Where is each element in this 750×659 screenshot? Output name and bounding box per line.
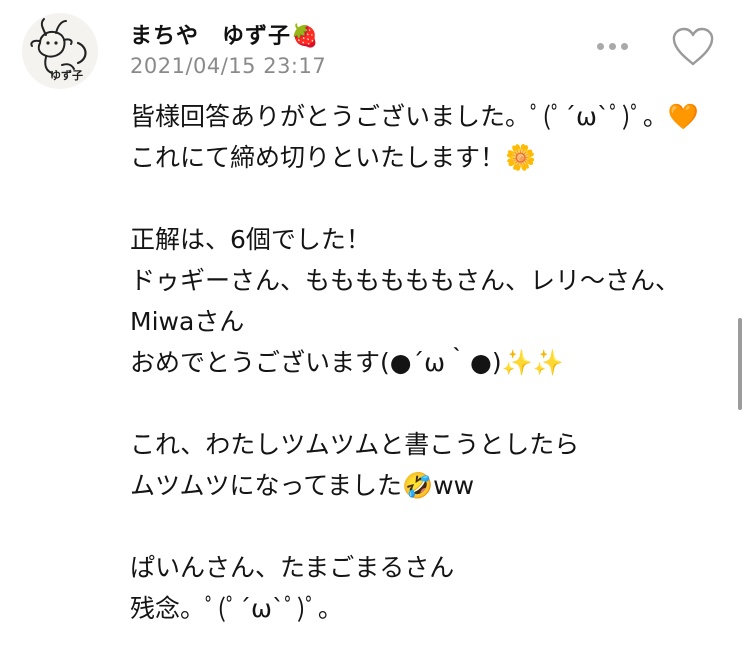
more-options-button[interactable] <box>590 32 634 60</box>
body-line: これにて締め切りといたします！🌼 <box>130 143 537 172</box>
body-line <box>130 383 740 424</box>
scrollbar[interactable] <box>738 318 742 410</box>
body-line: これ、わたしツムツムと書こうとしたら <box>130 430 580 459</box>
body-line: 皆様回答ありがとうございました。ﾟ(ﾟ´ω`ﾟ)ﾟ。🧡 <box>130 102 699 131</box>
like-button[interactable] <box>670 26 716 68</box>
avatar-caption: ゆず子 <box>50 69 83 82</box>
body-line: 正解は、6個でした！ <box>130 225 371 254</box>
body-line <box>130 178 740 219</box>
heart-outline-icon <box>672 27 714 66</box>
body-line: ムツムツになってました🤣ww <box>130 471 475 500</box>
more-dots-icon <box>608 42 616 50</box>
body-line: おめでとうございます(●´ω｀●)✨✨ <box>130 348 564 377</box>
avatar[interactable]: ゆず子 <box>22 13 98 89</box>
body-line: ぱいんさん、たまごまるさん <box>130 553 455 582</box>
timestamp: 2021/04/15 23:17 <box>130 54 327 78</box>
more-dots-icon <box>620 42 628 50</box>
body-line: Miwaさん <box>130 307 245 336</box>
post-card: ゆず子 まちや ゆず子🍓 2021/04/15 23:17 皆様回答ありがとうご… <box>0 0 750 659</box>
body-line <box>130 506 740 547</box>
body-line: 残念。ﾟ(ﾟ´ω`ﾟ)ﾟ。 <box>130 594 343 623</box>
username[interactable]: まちや ゆず子🍓 <box>130 18 319 50</box>
post-body: 皆様回答ありがとうございました。ﾟ(ﾟ´ω`ﾟ)ﾟ。🧡 これにて締め切りといたし… <box>130 96 740 629</box>
more-dots-icon <box>596 42 604 50</box>
body-line: ドゥギーさん、ももももももさん、レリ〜さん、 <box>130 266 681 295</box>
